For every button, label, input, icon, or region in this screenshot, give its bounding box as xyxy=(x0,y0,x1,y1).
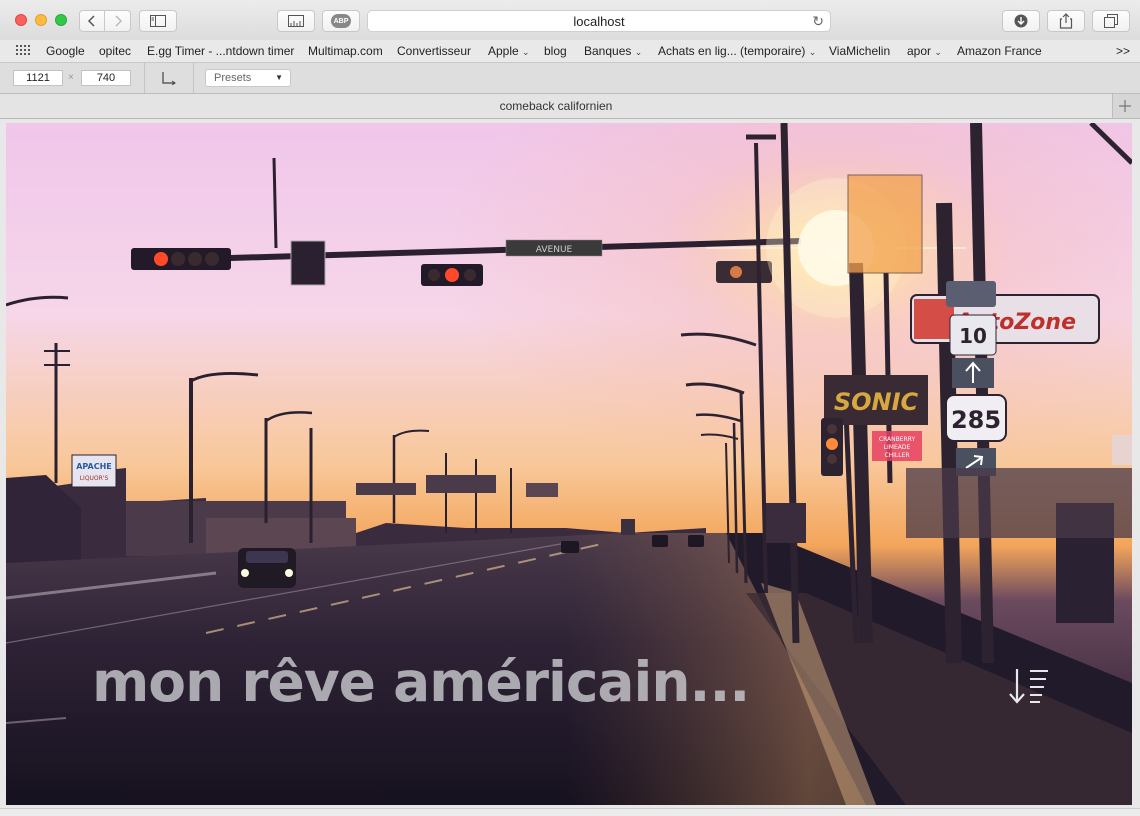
chevron-down-icon: ⌄ xyxy=(634,47,643,57)
hero-title: mon rêve américain... xyxy=(92,650,750,714)
reload-icon[interactable]: ↻ xyxy=(812,13,824,30)
bookmark-label: Apple xyxy=(488,44,519,58)
dropdown-arrow-icon: ▼ xyxy=(275,73,283,82)
dimension-separator: × xyxy=(68,72,74,83)
street-sign-text: AVENUE xyxy=(536,245,573,255)
address-text: localhost xyxy=(573,13,625,29)
bookmark-google[interactable]: Google xyxy=(46,44,85,58)
adblock-icon: ABP xyxy=(331,14,351,28)
bookmark-blog[interactable]: blog xyxy=(544,44,567,58)
tabs-overview-icon xyxy=(1104,14,1118,28)
bookmark-folder-banques[interactable]: Banques ⌄ xyxy=(584,44,642,58)
divider xyxy=(144,63,145,93)
back-button[interactable] xyxy=(79,10,105,32)
route-10-sign: 10 xyxy=(959,324,987,348)
chevron-left-icon xyxy=(87,15,95,27)
bookmark-folder-apple[interactable]: Apple ⌄ xyxy=(488,44,530,58)
presets-label: Presets xyxy=(214,72,252,84)
forward-button[interactable] xyxy=(105,10,131,32)
sidebar-icon xyxy=(150,15,166,27)
rotate-orientation-icon[interactable] xyxy=(161,71,177,85)
downloads-button[interactable] xyxy=(1002,10,1040,32)
bookmark-multimap[interactable]: Multimap.com xyxy=(308,44,383,58)
chevron-right-icon xyxy=(114,15,122,27)
maximize-window-button[interactable] xyxy=(55,14,67,26)
address-bar[interactable]: localhost ↻ xyxy=(367,10,831,32)
bookmarks-overflow-button[interactable]: >> xyxy=(1116,44,1130,58)
new-tab-button[interactable] xyxy=(1114,96,1136,116)
share-button[interactable] xyxy=(1047,10,1085,32)
close-window-button[interactable] xyxy=(15,14,27,26)
bookmark-label: Banques xyxy=(584,44,632,58)
route-285-sign: 285 xyxy=(951,406,1001,434)
bookmark-viamichelin[interactable]: ViaMichelin xyxy=(829,44,890,58)
bookmark-folder-achats[interactable]: Achats en lig... (temporaire) ⌄ xyxy=(658,44,816,58)
limeade-sign-text: CRANBERRY xyxy=(879,436,916,443)
presets-dropdown[interactable]: Presets ▼ xyxy=(205,69,291,87)
chevron-down-icon: ⌄ xyxy=(934,47,942,57)
page-viewport: APACHE LIQUOR'S AVENUE AutoZone 10 285 S… xyxy=(6,123,1132,805)
store-sign-text: APACHE xyxy=(76,462,112,471)
chevron-down-icon: ⌄ xyxy=(808,47,817,57)
responsive-design-icon xyxy=(288,15,304,27)
store-sign-subtext: LIQUOR'S xyxy=(80,475,109,482)
sidebar-button[interactable] xyxy=(139,10,177,32)
divider xyxy=(193,63,194,93)
adblock-button[interactable]: ABP xyxy=(322,10,360,32)
limeade-sign-text-2: LIMEADE xyxy=(884,444,911,451)
download-icon xyxy=(1014,14,1028,28)
responsive-mode-button[interactable] xyxy=(277,10,315,32)
bookmarks-bar: Google opitec E.gg Timer - ...ntdown tim… xyxy=(0,40,1140,63)
bookmark-amazon[interactable]: Amazon France xyxy=(957,44,1042,58)
bookmark-egg-timer[interactable]: E.gg Timer - ...ntdown timer xyxy=(147,44,294,58)
sort-down-icon[interactable] xyxy=(1008,667,1050,707)
bookmark-convertisseur[interactable]: Convertisseur xyxy=(397,44,471,58)
tabs-overview-button[interactable] xyxy=(1092,10,1130,32)
history-nav xyxy=(79,10,131,32)
share-icon xyxy=(1059,13,1073,29)
sonic-sign-text: SONIC xyxy=(834,388,919,416)
viewport-height-input[interactable]: 740 xyxy=(81,70,131,86)
responsive-toolbar: 1121 × 740 Presets ▼ xyxy=(0,63,1140,94)
minimize-window-button[interactable] xyxy=(35,14,47,26)
chevron-down-icon: ⌄ xyxy=(522,47,530,57)
limeade-sign-text-3: CHILLER xyxy=(884,452,909,459)
top-sites-grid-icon[interactable] xyxy=(16,45,30,57)
bookmark-label: apor xyxy=(907,44,932,58)
bookmark-folder-apor[interactable]: apor ⌄ xyxy=(907,44,942,58)
title-bar: ABP localhost ↻ xyxy=(0,0,1140,41)
bookmark-label: Achats en lig... (temporaire) xyxy=(658,44,806,58)
plus-icon xyxy=(1119,100,1131,112)
tab-bar: comeback californien xyxy=(0,94,1140,119)
active-tab[interactable]: comeback californien xyxy=(0,94,1113,118)
bookmark-opitec[interactable]: opitec xyxy=(99,44,131,58)
viewport-width-input[interactable]: 1121 xyxy=(13,70,63,86)
tab-title: comeback californien xyxy=(499,99,613,113)
